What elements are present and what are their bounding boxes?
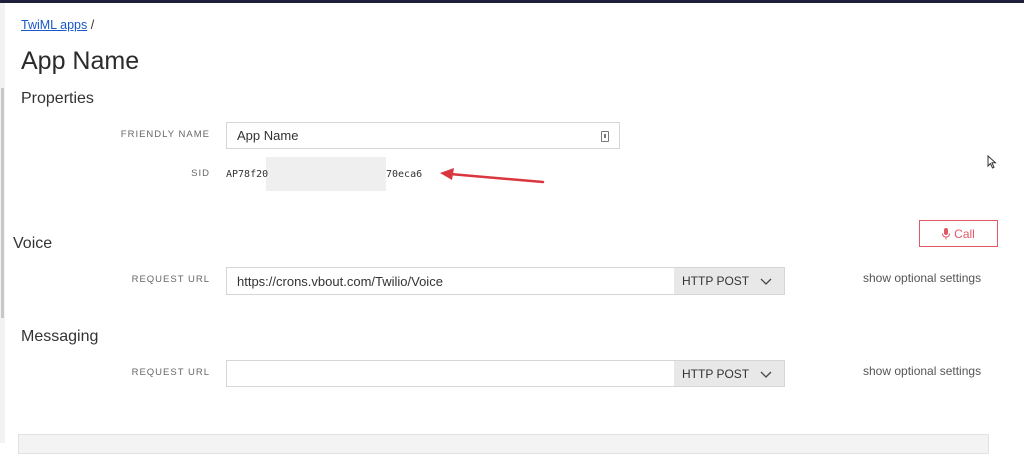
chevron-down-icon — [760, 371, 772, 378]
voice-request-url-value: https://crons.vbout.com/Twilio/Voice — [237, 273, 443, 289]
scrollbar-thumb[interactable] — [1, 88, 4, 318]
voice-method-value: HTTP POST — [682, 274, 750, 288]
breadcrumb-link-twiml-apps[interactable]: TwiML apps — [21, 18, 87, 32]
mouse-cursor-icon — [987, 155, 997, 169]
voice-show-optional-settings-link[interactable]: show optional settings — [863, 271, 981, 285]
voice-request-url-input[interactable]: https://crons.vbout.com/Twilio/Voice — [226, 267, 675, 295]
messaging-request-url-input[interactable] — [226, 360, 675, 387]
friendly-name-value: App Name — [237, 128, 299, 143]
messaging-method-select[interactable]: HTTP POST — [674, 360, 785, 387]
voice-request-url-label: REQUEST URL — [131, 274, 210, 285]
friendly-name-input[interactable]: App Name — [226, 122, 620, 149]
sid-prefix: AP78f20 — [226, 169, 269, 180]
messaging-method-value: HTTP POST — [682, 366, 750, 381]
call-button-label: Call — [954, 226, 975, 241]
messaging-show-optional-settings-link[interactable]: show optional settings — [863, 364, 981, 378]
friendly-name-label: FRIENDLY NAME — [120, 129, 210, 140]
contact-card-icon — [601, 131, 609, 142]
scrollbar[interactable] — [0, 3, 5, 443]
voice-method-select[interactable]: HTTP POST — [674, 267, 785, 295]
voice-heading: Voice — [13, 235, 53, 252]
sid-suffix: 70eca6 — [386, 169, 423, 180]
microphone-icon — [942, 227, 951, 239]
top-bar — [0, 0, 1024, 3]
breadcrumb: TwiML apps / — [21, 18, 94, 32]
page-title: App Name — [21, 47, 140, 75]
bottom-panel — [18, 434, 989, 454]
chevron-down-icon — [760, 278, 772, 285]
properties-heading: Properties — [21, 90, 94, 107]
messaging-heading: Messaging — [21, 328, 99, 345]
annotation-arrow-icon — [440, 168, 545, 184]
breadcrumb-separator: / — [90, 18, 95, 32]
call-button[interactable]: Call — [919, 220, 998, 247]
sid-label: SID — [191, 168, 210, 179]
messaging-request-url-label: REQUEST URL — [131, 367, 210, 378]
sid-redaction — [266, 157, 386, 191]
